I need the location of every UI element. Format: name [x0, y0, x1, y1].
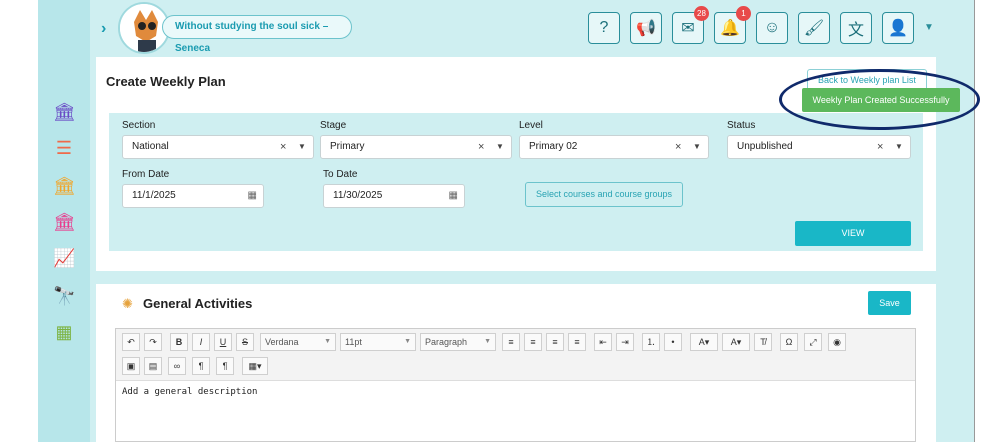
table-icon[interactable]: ▦▾ [242, 357, 268, 375]
editor-toolbar: ↶ ↷ B I U S Verdana ▼ 11pt ▼ Paragraph ▼ ≡ … [116, 329, 915, 381]
chart-line-icon[interactable]: 📈 [53, 248, 75, 270]
institution-icon[interactable]: 🏛 [53, 176, 76, 198]
clear-icon[interactable]: × [675, 136, 681, 158]
justify-icon[interactable]: ≡ [568, 333, 586, 351]
to-date-label: To Date [323, 169, 358, 180]
from-date-label: From Date [122, 169, 170, 180]
preview-icon[interactable]: ◉ [828, 333, 846, 351]
italic-icon[interactable]: I [192, 333, 210, 351]
translate-icon[interactable]: 文 [840, 12, 872, 44]
divider [974, 0, 975, 442]
media-icon[interactable]: ▤ [144, 357, 162, 375]
clear-icon[interactable]: × [478, 136, 484, 158]
activity-icon: ✺ [122, 296, 133, 311]
stage-value: Primary [330, 141, 365, 152]
smiley-icon[interactable]: ☺ [756, 12, 788, 44]
special-char-icon[interactable]: Ω [780, 333, 798, 351]
telescope-icon[interactable]: 🔭 [53, 286, 75, 308]
annotation-ring [779, 69, 980, 130]
block-format-select[interactable]: Paragraph ▼ [420, 333, 496, 351]
level-label: Level [519, 120, 543, 131]
align-left-icon[interactable]: ≡ [502, 333, 520, 351]
help-icon[interactable]: ? [588, 12, 620, 44]
to-date-input[interactable]: 11/30/2025 ▦ [323, 184, 465, 208]
bell-icon[interactable]: 🔔 1 [714, 6, 751, 44]
plan-form: Section National × ▼ Stage Primary × ▼ L… [109, 113, 923, 251]
stage-label: Stage [320, 120, 347, 131]
outdent-icon[interactable]: ⇤ [594, 333, 612, 351]
status-select[interactable]: Unpublished × ▼ [727, 135, 911, 159]
bold-icon[interactable]: B [170, 333, 188, 351]
text-color-icon[interactable]: A▾ [690, 333, 718, 351]
user-profile-icon[interactable]: 👤 [882, 12, 914, 44]
align-center-icon[interactable]: ≡ [524, 333, 542, 351]
bank-icon[interactable]: 🏛 [53, 212, 76, 234]
calendar-icon[interactable]: ▦ [53, 322, 75, 344]
underline-icon[interactable]: U [214, 333, 232, 351]
mail-icon[interactable]: ✉ 28 [672, 6, 709, 44]
calendar-icon[interactable]: ▦ [449, 185, 458, 207]
clear-icon[interactable]: × [877, 136, 883, 158]
app-root: 🏛 ☰ 🏛 🏛 📈 🔭 ▦ › Without studying the sou… [0, 0, 982, 442]
save-button[interactable]: Save [868, 291, 911, 315]
chevron-down-icon[interactable]: ▼ [496, 136, 504, 158]
font-family-value: Verdana [265, 337, 299, 347]
general-activities-panel: ✺ General Activities Save ↶ ↷ B I U S Ve… [96, 284, 936, 442]
rich-text-editor[interactable]: ↶ ↷ B I U S Verdana ▼ 11pt ▼ Paragraph ▼ ≡ … [115, 328, 916, 442]
chevron-down-icon[interactable]: ▼ [693, 136, 701, 158]
editor-content[interactable]: Add a general description [122, 387, 257, 397]
section-select[interactable]: National × ▼ [122, 135, 314, 159]
strikethrough-icon[interactable]: S [236, 333, 254, 351]
chevron-down-icon[interactable]: ▼ [924, 22, 934, 33]
clear-format-icon[interactable]: T̸ [754, 333, 772, 351]
rtl-icon[interactable]: ¶ [216, 357, 234, 375]
clear-icon[interactable]: × [280, 136, 286, 158]
megaphone-icon[interactable]: 📢 [630, 12, 662, 44]
calendar-icon[interactable]: ▦ [248, 185, 257, 207]
indent-icon[interactable]: ⇥ [616, 333, 634, 351]
chevron-down-icon[interactable]: ▼ [895, 136, 903, 158]
school-icon[interactable]: 🏛 [53, 102, 76, 124]
ltr-icon[interactable]: ¶ [192, 357, 210, 375]
undo-icon[interactable]: ↶ [122, 333, 140, 351]
messages-badge: 28 [694, 6, 709, 21]
status-label: Status [727, 120, 756, 131]
chevron-right-icon[interactable]: › [101, 20, 106, 38]
page-title: Create Weekly Plan [106, 74, 226, 89]
from-date-input[interactable]: 11/1/2025 ▦ [122, 184, 264, 208]
font-size-value: 11pt [345, 337, 362, 347]
paintbrush-icon[interactable]: 🖌 [798, 12, 830, 44]
font-size-select[interactable]: 11pt ▼ [340, 333, 416, 351]
bullet-list-icon[interactable]: • [664, 333, 682, 351]
block-format-value: Paragraph [425, 337, 468, 347]
highlight-color-icon[interactable]: A▾ [722, 333, 750, 351]
section-value: National [132, 141, 169, 152]
notifications-badge: 1 [736, 6, 751, 21]
status-value: Unpublished [737, 141, 793, 152]
stage-select[interactable]: Primary × ▼ [320, 135, 512, 159]
layers-icon[interactable]: ☰ [53, 138, 75, 160]
chevron-down-icon[interactable]: ▼ [298, 136, 306, 158]
align-right-icon[interactable]: ≡ [546, 333, 564, 351]
view-button[interactable]: VIEW [795, 221, 911, 246]
chevron-down-icon: ▼ [324, 338, 331, 345]
from-date-value: 11/1/2025 [132, 190, 176, 201]
fullscreen-icon[interactable]: ⤢ [804, 333, 822, 351]
chevron-down-icon: ▼ [404, 338, 411, 345]
section-title: General Activities [143, 296, 253, 311]
font-family-select[interactable]: Verdana ▼ [260, 333, 336, 351]
level-value: Primary 02 [529, 141, 578, 152]
chevron-down-icon: ▼ [484, 338, 491, 345]
to-date-value: 11/30/2025 [333, 190, 383, 201]
image-icon[interactable]: ▣ [122, 357, 140, 375]
redo-icon[interactable]: ↷ [144, 333, 162, 351]
quote-banner: Without studying the soul sick – Seneca [162, 15, 352, 54]
link-icon[interactable]: ∞ [168, 357, 186, 375]
select-courses-button[interactable]: Select courses and course groups [525, 182, 683, 207]
section-label: Section [122, 120, 156, 131]
numbered-list-icon[interactable]: ⒈ [642, 333, 660, 351]
level-select[interactable]: Primary 02 × ▼ [519, 135, 709, 159]
